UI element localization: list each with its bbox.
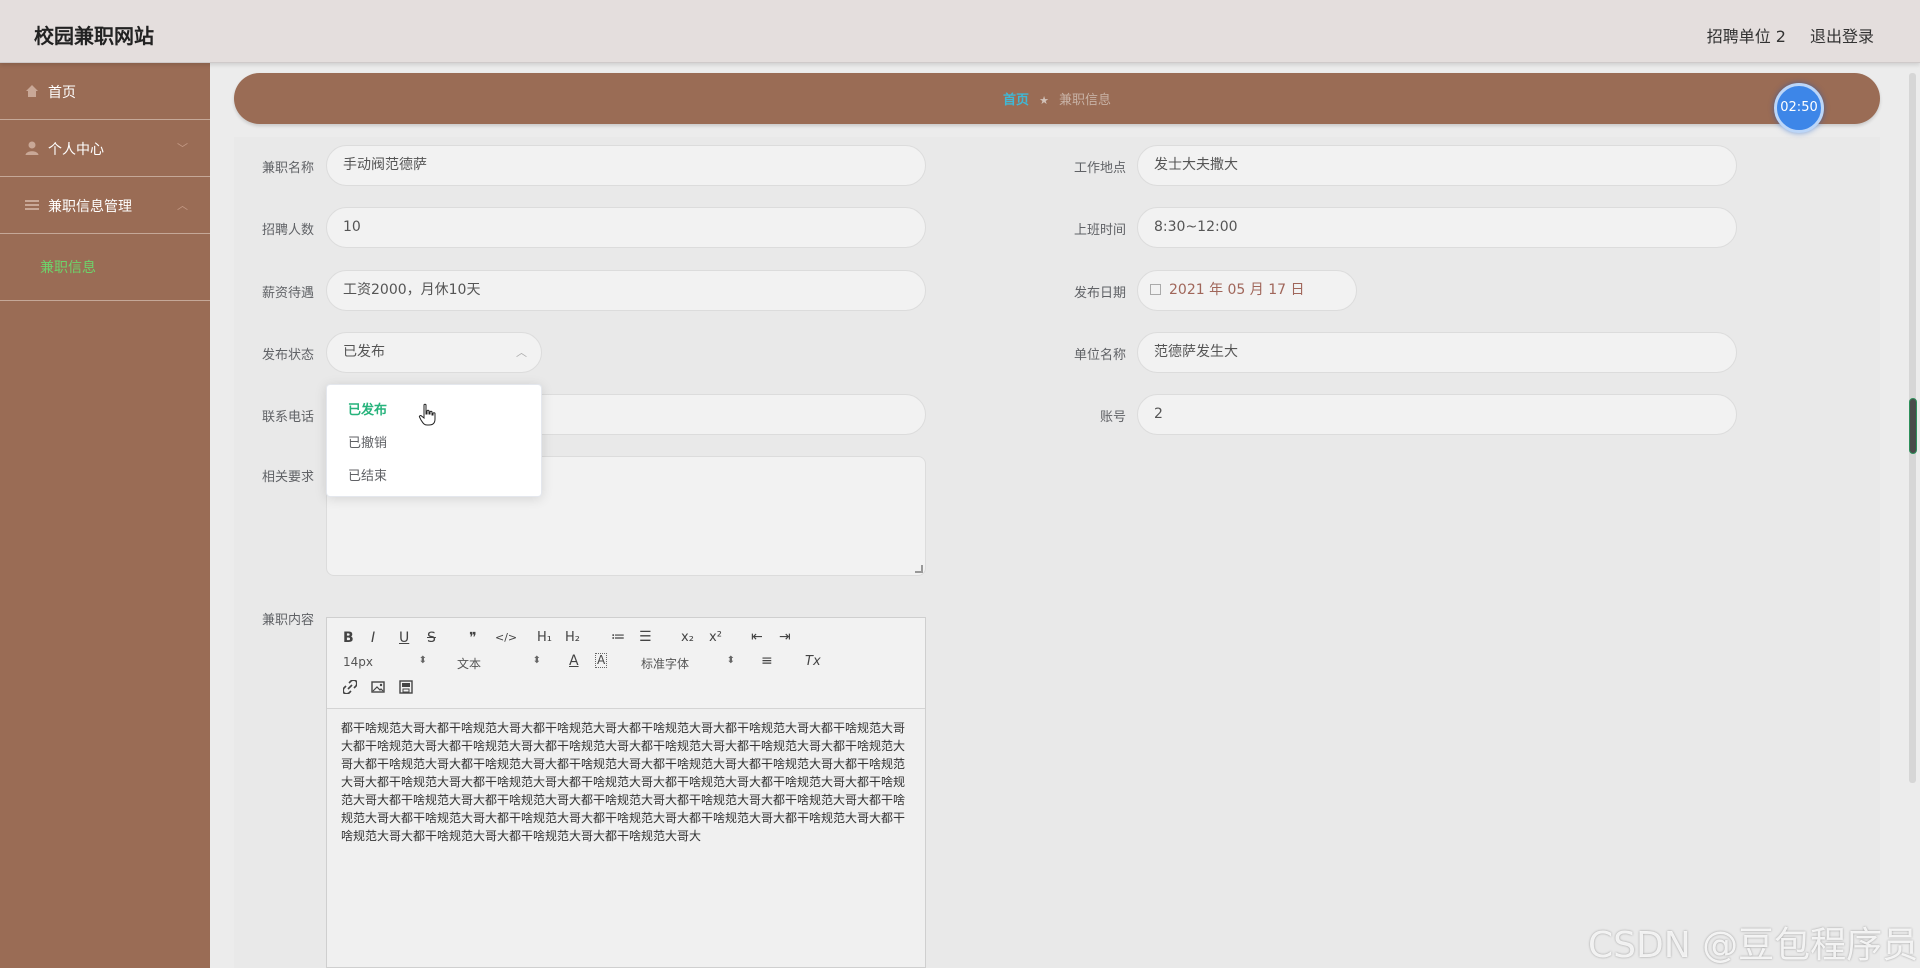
breadcrumb-bar: 首页 ★ 兼职信息 bbox=[234, 73, 1880, 124]
status-option-published[interactable]: 已发布 bbox=[348, 399, 387, 418]
publish-status-select[interactable]: 已发布 ︿ bbox=[326, 332, 542, 373]
bullet-list-button[interactable]: ☰ bbox=[639, 629, 652, 645]
chevron-up-icon: ︿ bbox=[177, 199, 188, 212]
work-time-label: 上班时间 bbox=[1073, 223, 1126, 238]
rich-text-editor: B I U S ❞ </> H₁ H₂ ≔ ☰ x₂ x² ⇤ ⇥ 14px ⬍ … bbox=[326, 617, 926, 968]
page-scrollbar[interactable] bbox=[1906, 63, 1920, 968]
user-icon bbox=[25, 141, 39, 155]
editor-content[interactable]: 都干啥规范大哥大都干啥规范大哥大都干啥规范大哥大都干啥规范大哥大都干啥规范大哥大… bbox=[341, 719, 911, 845]
sidebar-subitem-job-info[interactable]: 兼职信息 bbox=[0, 234, 210, 301]
breadcrumb-current: 兼职信息 bbox=[1058, 93, 1111, 108]
current-user: 招聘单位 2 bbox=[1706, 27, 1786, 46]
font-family-value: 标准字体 bbox=[641, 657, 690, 671]
breadcrumb-separator: ★ bbox=[1039, 94, 1049, 107]
sidebar-item-label: 首页 bbox=[48, 85, 76, 101]
name-input[interactable]: 手动阀范德萨 bbox=[326, 145, 926, 186]
timer-badge: 02:50 bbox=[1774, 83, 1824, 133]
status-option-ended[interactable]: 已结束 bbox=[348, 465, 387, 484]
site-title: 校园兼职网站 bbox=[34, 24, 154, 48]
phone-label: 联系电话 bbox=[261, 410, 314, 425]
publish-date-label: 发布日期 bbox=[1073, 286, 1126, 301]
ordered-list-button[interactable]: ≔ bbox=[611, 629, 625, 645]
sidebar-item-label: 个人中心 bbox=[48, 142, 104, 158]
publish-date-picker[interactable]: 2021 年 05 月 17 日 bbox=[1137, 270, 1357, 311]
location-input[interactable]: 发士大夫撒大 bbox=[1137, 145, 1737, 186]
home-icon bbox=[26, 85, 38, 97]
location-label: 工作地点 bbox=[1073, 161, 1126, 176]
top-header: 校园兼职网站 招聘单位 2 退出登录 bbox=[0, 0, 1920, 63]
select-arrows-icon: ⬍ bbox=[418, 655, 427, 666]
sidebar-subitem-label: 兼职信息 bbox=[40, 260, 96, 276]
content-label: 兼职内容 bbox=[261, 613, 314, 628]
format-select[interactable]: 文本 ⬍ bbox=[457, 655, 541, 672]
align-button[interactable]: ≡ bbox=[761, 653, 773, 669]
background-color-button[interactable]: A bbox=[595, 653, 608, 668]
headcount-input[interactable]: 10 bbox=[326, 207, 926, 248]
publish-date-value: 2021 年 05 月 17 日 bbox=[1169, 282, 1305, 298]
publish-status-dropdown: 已发布 已撤销 已结束 bbox=[326, 384, 542, 497]
font-size-select[interactable]: 14px ⬍ bbox=[343, 655, 427, 669]
image-icon[interactable] bbox=[371, 680, 385, 694]
resize-handle[interactable] bbox=[915, 565, 923, 573]
scrollbar-marker bbox=[1909, 398, 1917, 454]
indent-button[interactable]: ⇥ bbox=[779, 629, 791, 645]
calendar-icon bbox=[1150, 284, 1161, 295]
underline-button[interactable]: U bbox=[399, 630, 409, 646]
text-color-button[interactable]: A bbox=[569, 653, 579, 669]
code-button[interactable]: </> bbox=[495, 631, 517, 644]
breadcrumb-home[interactable]: 首页 bbox=[1003, 93, 1029, 108]
outdent-button[interactable]: ⇤ bbox=[751, 629, 763, 645]
account-label: 账号 bbox=[1099, 410, 1126, 425]
font-family-select[interactable]: 标准字体 ⬍ bbox=[641, 655, 735, 672]
bold-button[interactable]: B bbox=[343, 630, 354, 646]
headcount-label: 招聘人数 bbox=[261, 223, 314, 238]
sidebar-item-home[interactable]: 首页 bbox=[0, 63, 210, 120]
hand-cursor-icon bbox=[418, 403, 436, 426]
company-input[interactable]: 范德萨发生大 bbox=[1137, 332, 1737, 373]
clear-format-button[interactable]: Tx bbox=[805, 654, 821, 669]
name-label: 兼职名称 bbox=[261, 161, 314, 176]
menu-icon bbox=[25, 200, 39, 210]
company-label: 单位名称 bbox=[1073, 348, 1126, 363]
editor-toolbar: B I U S ❞ </> H₁ H₂ ≔ ☰ x₂ x² ⇤ ⇥ 14px ⬍ … bbox=[327, 618, 925, 709]
chevron-down-icon: ﹀ bbox=[177, 142, 188, 155]
work-time-input[interactable]: 8:30~12:00 bbox=[1137, 207, 1737, 248]
sidebar-item-label: 兼职信息管理 bbox=[48, 199, 132, 215]
sidebar-item-personal-center[interactable]: 个人中心 ﹀ bbox=[0, 120, 210, 177]
font-size-value: 14px bbox=[343, 655, 373, 669]
chevron-up-icon: ︿ bbox=[516, 346, 527, 359]
italic-button[interactable]: I bbox=[371, 630, 375, 646]
quote-button[interactable]: ❞ bbox=[469, 630, 477, 646]
select-arrows-icon: ⬍ bbox=[532, 655, 541, 666]
subscript-button[interactable]: x₂ bbox=[681, 630, 694, 645]
requirements-label: 相关要求 bbox=[261, 470, 314, 485]
h2-button[interactable]: H₂ bbox=[565, 630, 580, 645]
status-option-revoked[interactable]: 已撤销 bbox=[348, 432, 387, 451]
link-icon[interactable] bbox=[343, 680, 357, 694]
watermark: CSDN @豆包程序员 bbox=[1588, 925, 1919, 966]
sidebar: 首页 个人中心 ﹀ 兼职信息管理 ︿ 兼职信息 bbox=[0, 63, 210, 968]
account-input[interactable]: 2 bbox=[1137, 394, 1737, 435]
select-arrows-icon: ⬍ bbox=[726, 655, 735, 666]
sidebar-item-job-management[interactable]: 兼职信息管理 ︿ bbox=[0, 177, 210, 234]
superscript-button[interactable]: x² bbox=[709, 630, 722, 645]
strike-button[interactable]: S bbox=[427, 630, 436, 646]
publish-status-value: 已发布 bbox=[343, 344, 385, 360]
breadcrumb: 首页 ★ 兼职信息 bbox=[234, 89, 1880, 108]
salary-input[interactable]: 工资2000，月休10天 bbox=[326, 270, 926, 311]
logout-link[interactable]: 退出登录 bbox=[1810, 23, 1874, 47]
video-icon[interactable] bbox=[399, 680, 413, 694]
salary-label: 薪资待遇 bbox=[261, 286, 314, 301]
format-value: 文本 bbox=[457, 657, 482, 671]
publish-status-label: 发布状态 bbox=[261, 348, 314, 363]
h1-button[interactable]: H₁ bbox=[537, 630, 552, 645]
